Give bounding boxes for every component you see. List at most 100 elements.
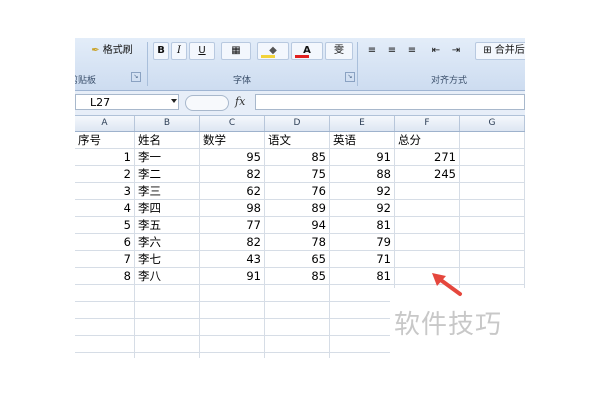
cell-e6[interactable]: 81 <box>330 217 395 233</box>
cell-a6[interactable]: 5 <box>75 217 135 233</box>
insert-function-icon[interactable]: fx <box>235 95 245 108</box>
cell-d7[interactable]: 78 <box>265 234 330 250</box>
underline-button[interactable]: U <box>189 42 215 60</box>
cell-d2[interactable]: 85 <box>265 149 330 165</box>
cell-g9[interactable] <box>460 268 525 284</box>
decrease-indent-icon[interactable]: ⇤ <box>427 42 445 60</box>
cell-g3[interactable] <box>460 166 525 182</box>
cell-d8[interactable]: 65 <box>265 251 330 267</box>
align-right-icon[interactable]: ≡ <box>403 42 421 60</box>
clipboard-launcher-icon[interactable]: ↘ <box>131 72 141 82</box>
cell-c9[interactable]: 91 <box>200 268 265 284</box>
cell-a1[interactable]: 序号 <box>75 132 135 148</box>
bold-button[interactable]: B <box>153 42 169 60</box>
cell-e1[interactable]: 英语 <box>330 132 395 148</box>
cell-a2[interactable]: 1 <box>75 149 135 165</box>
cell-c14[interactable] <box>200 353 265 358</box>
cell-c2[interactable]: 95 <box>200 149 265 165</box>
column-header-d[interactable]: D <box>265 116 330 131</box>
cell-e12[interactable] <box>330 319 395 335</box>
chevron-down-icon[interactable] <box>171 99 177 103</box>
cell-e13[interactable] <box>330 336 395 352</box>
cell-g1[interactable] <box>460 132 525 148</box>
cell-f1[interactable]: 总分 <box>395 132 460 148</box>
cell-d6[interactable]: 94 <box>265 217 330 233</box>
merge-center-button[interactable]: ⊞ 合并后 <box>475 42 525 60</box>
column-header-g[interactable]: G <box>460 116 525 131</box>
cell-a9[interactable]: 8 <box>75 268 135 284</box>
cell-a4[interactable]: 3 <box>75 183 135 199</box>
cell-f8[interactable] <box>395 251 460 267</box>
cell-b7[interactable]: 李六 <box>135 234 200 250</box>
name-box[interactable]: L27 <box>75 94 179 110</box>
cell-e2[interactable]: 91 <box>330 149 395 165</box>
cell-g2[interactable] <box>460 149 525 165</box>
cell-c6[interactable]: 77 <box>200 217 265 233</box>
cell-a13[interactable] <box>75 336 135 352</box>
cell-d4[interactable]: 76 <box>265 183 330 199</box>
font-launcher-icon[interactable]: ↘ <box>345 72 355 82</box>
cell-b12[interactable] <box>135 319 200 335</box>
cell-c8[interactable]: 43 <box>200 251 265 267</box>
cell-c3[interactable]: 82 <box>200 166 265 182</box>
cell-b1[interactable]: 姓名 <box>135 132 200 148</box>
cell-a7[interactable]: 6 <box>75 234 135 250</box>
cell-e8[interactable]: 71 <box>330 251 395 267</box>
cell-g4[interactable] <box>460 183 525 199</box>
cell-f2[interactable]: 271 <box>395 149 460 165</box>
cell-f4[interactable] <box>395 183 460 199</box>
cell-e9[interactable]: 81 <box>330 268 395 284</box>
phonetic-button[interactable]: 雯 <box>325 42 353 60</box>
column-header-f[interactable]: F <box>395 116 460 131</box>
cell-g5[interactable] <box>460 200 525 216</box>
cell-d11[interactable] <box>265 302 330 318</box>
italic-button[interactable]: I <box>171 42 187 60</box>
cell-g7[interactable] <box>460 234 525 250</box>
cell-d10[interactable] <box>265 285 330 301</box>
cell-c5[interactable]: 98 <box>200 200 265 216</box>
cell-b11[interactable] <box>135 302 200 318</box>
cell-b3[interactable]: 李二 <box>135 166 200 182</box>
column-header-a[interactable]: A <box>75 116 135 131</box>
cell-c7[interactable]: 82 <box>200 234 265 250</box>
cell-e7[interactable]: 79 <box>330 234 395 250</box>
cell-d3[interactable]: 75 <box>265 166 330 182</box>
align-center-icon[interactable]: ≡ <box>383 42 401 60</box>
cell-f7[interactable] <box>395 234 460 250</box>
cell-e5[interactable]: 92 <box>330 200 395 216</box>
cell-f6[interactable] <box>395 217 460 233</box>
font-color-button[interactable]: A <box>291 42 323 60</box>
cell-c11[interactable] <box>200 302 265 318</box>
cell-c10[interactable] <box>200 285 265 301</box>
cell-a12[interactable] <box>75 319 135 335</box>
cell-a10[interactable] <box>75 285 135 301</box>
format-painter-button[interactable]: ✒ 格式刷 <box>79 42 145 60</box>
cell-b5[interactable]: 李四 <box>135 200 200 216</box>
cell-e11[interactable] <box>330 302 395 318</box>
cell-c1[interactable]: 数学 <box>200 132 265 148</box>
cell-b4[interactable]: 李三 <box>135 183 200 199</box>
cell-g8[interactable] <box>460 251 525 267</box>
cell-d12[interactable] <box>265 319 330 335</box>
cell-a5[interactable]: 4 <box>75 200 135 216</box>
cell-b8[interactable]: 李七 <box>135 251 200 267</box>
cell-f5[interactable] <box>395 200 460 216</box>
cell-d1[interactable]: 语文 <box>265 132 330 148</box>
cell-d14[interactable] <box>265 353 330 358</box>
cell-b14[interactable] <box>135 353 200 358</box>
cell-a14[interactable] <box>75 353 135 358</box>
cell-b13[interactable] <box>135 336 200 352</box>
cell-e4[interactable]: 92 <box>330 183 395 199</box>
cell-d13[interactable] <box>265 336 330 352</box>
cell-a11[interactable] <box>75 302 135 318</box>
cell-e14[interactable] <box>330 353 395 358</box>
cell-a8[interactable]: 7 <box>75 251 135 267</box>
cell-b2[interactable]: 李一 <box>135 149 200 165</box>
align-left-icon[interactable]: ≡ <box>363 42 381 60</box>
cell-e3[interactable]: 88 <box>330 166 395 182</box>
cell-b10[interactable] <box>135 285 200 301</box>
formula-input[interactable] <box>255 94 525 110</box>
cell-f3[interactable]: 245 <box>395 166 460 182</box>
borders-button[interactable]: ▦ <box>221 42 251 60</box>
cell-c13[interactable] <box>200 336 265 352</box>
